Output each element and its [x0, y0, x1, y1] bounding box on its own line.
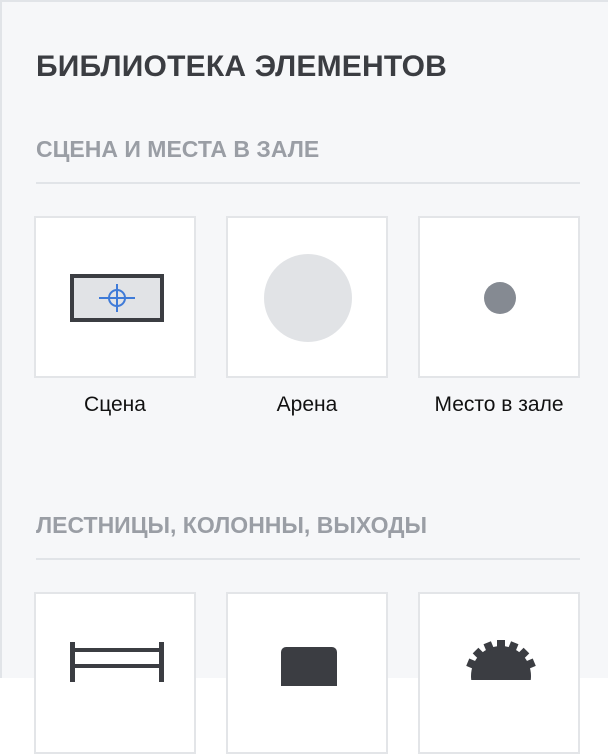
exit-gear-icon [466, 640, 536, 680]
tile-seat[interactable] [418, 216, 580, 378]
tile-label-stage: Сцена [84, 393, 146, 416]
section-title-stage-seats: СЦЕНА И МЕСТА В ЗАЛЕ [36, 136, 320, 162]
tile-stairs[interactable] [34, 592, 196, 754]
stage-icon [70, 274, 164, 322]
tile-exit[interactable] [418, 592, 580, 754]
tile-label-seat: Место в зале [434, 393, 564, 416]
section-divider [36, 182, 580, 184]
arena-icon [264, 254, 352, 342]
stairs-icon [70, 642, 164, 682]
tile-label-arena: Арена [276, 393, 338, 416]
tile-stage[interactable] [34, 216, 196, 378]
element-library-panel: БИБЛИОТЕКА ЭЛЕМЕНТОВ СЦЕНА И МЕСТА В ЗАЛ… [0, 0, 608, 754]
column-icon [281, 647, 337, 686]
tile-arena[interactable] [226, 216, 388, 378]
tile-column[interactable] [226, 592, 388, 754]
library-title: БИБЛИОТЕКА ЭЛЕМЕНТОВ [36, 50, 448, 83]
seat-icon [484, 282, 516, 314]
section-title-stairs-columns-exits: ЛЕСТНИЦЫ, КОЛОННЫ, ВЫХОДЫ [36, 512, 428, 538]
section-divider [36, 558, 580, 560]
